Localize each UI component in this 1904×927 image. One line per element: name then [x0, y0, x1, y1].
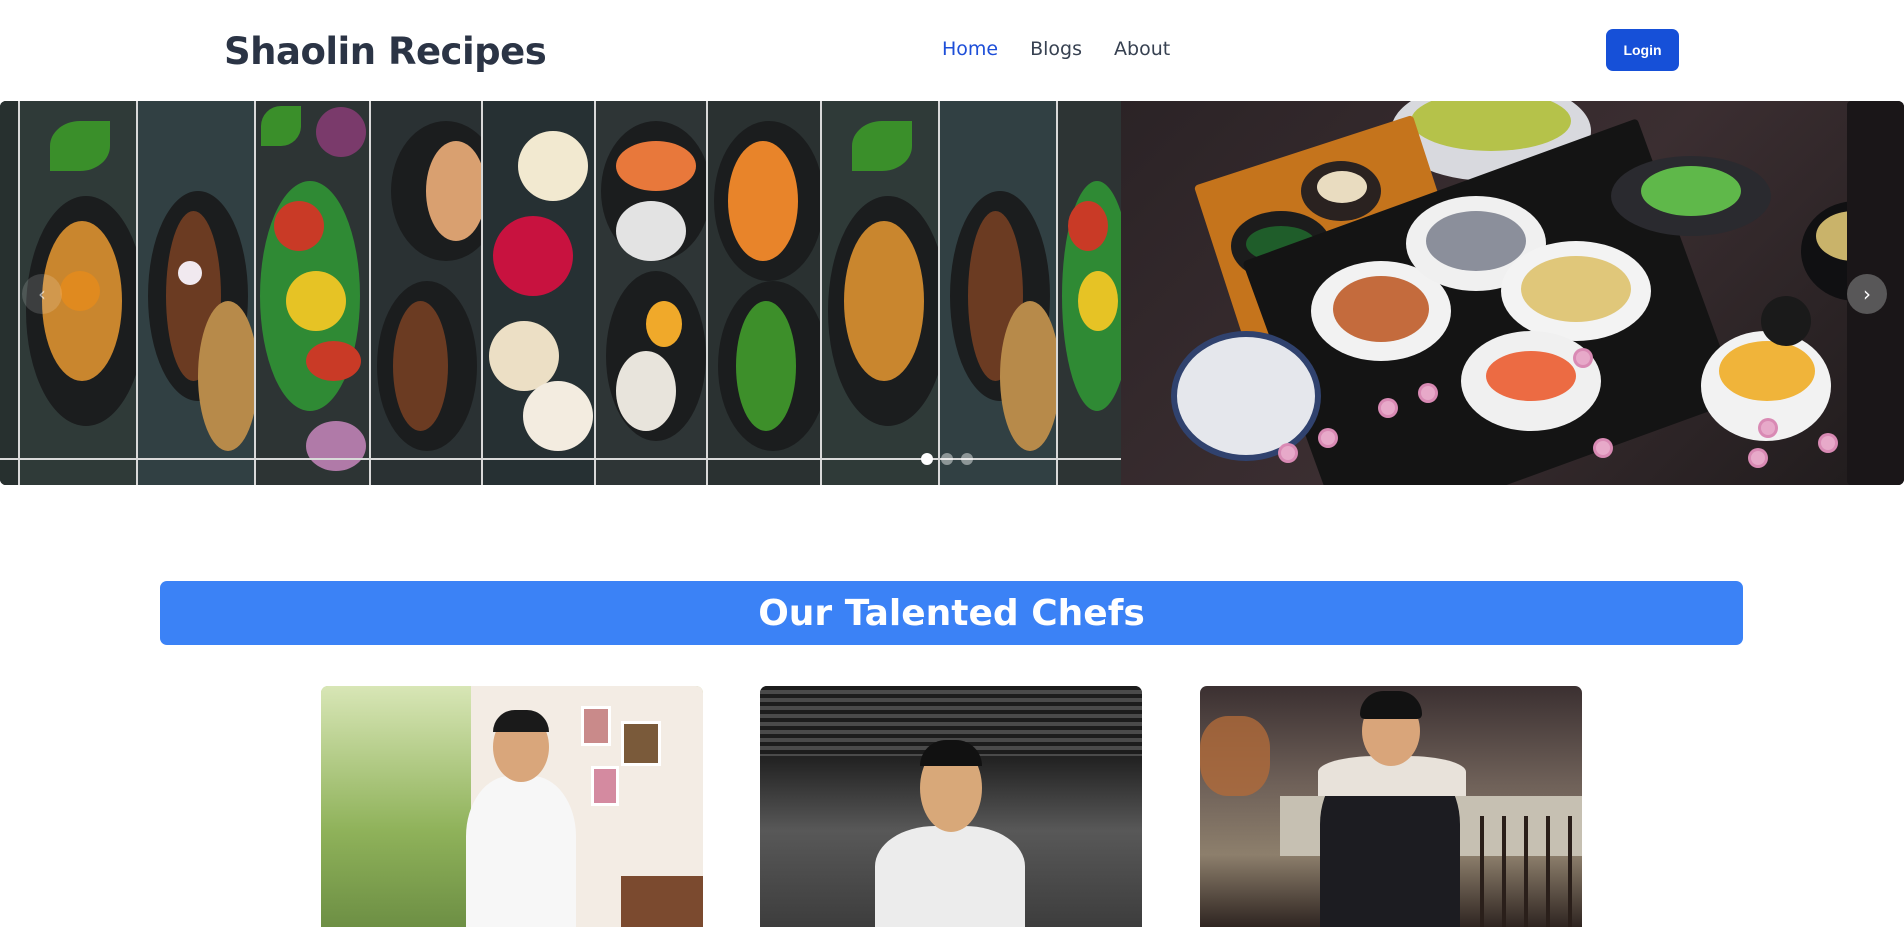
chef-card[interactable]	[321, 686, 703, 927]
collage-strip	[708, 101, 822, 485]
brand-logo[interactable]: Shaolin Recipes	[224, 30, 547, 73]
carousel-slide-bento	[1121, 101, 1904, 485]
carousel-dot-2[interactable]	[941, 453, 953, 465]
chefs-section-header: Our Talented Chefs	[160, 581, 1743, 645]
collage-strip	[483, 101, 596, 485]
collage-strip	[940, 101, 1058, 485]
section-title: Our Talented Chefs	[758, 592, 1145, 634]
nav-about[interactable]: About	[1114, 38, 1170, 60]
collage-strip	[256, 101, 371, 485]
chevron-right-icon: ›	[1863, 282, 1871, 306]
carousel-dot-1[interactable]	[921, 453, 933, 465]
collage-strip	[371, 101, 483, 485]
nav-home[interactable]: Home	[942, 38, 998, 60]
carousel-indicators	[921, 453, 973, 465]
chef-card[interactable]	[1200, 686, 1582, 927]
collage-strip	[1058, 101, 1121, 485]
collage-strip	[596, 101, 708, 485]
navbar: Shaolin Recipes Home Blogs About Login	[0, 0, 1904, 101]
chef-photo-background	[321, 686, 471, 927]
carousel-slide-food-collage	[0, 101, 1121, 485]
nav-blogs[interactable]: Blogs	[1030, 38, 1082, 60]
chevron-left-icon: ‹	[38, 282, 46, 306]
carousel-next-button[interactable]: ›	[1847, 274, 1887, 314]
collage-strip	[822, 101, 940, 485]
collage-strip	[0, 101, 20, 485]
carousel-prev-button[interactable]: ‹	[22, 274, 62, 314]
carousel-dot-3[interactable]	[961, 453, 973, 465]
hero-carousel: ‹ ›	[0, 101, 1904, 485]
login-button[interactable]: Login	[1606, 29, 1679, 71]
main-nav: Home Blogs About	[942, 38, 1170, 60]
chef-card[interactable]	[760, 686, 1142, 927]
collage-strip	[138, 101, 256, 485]
